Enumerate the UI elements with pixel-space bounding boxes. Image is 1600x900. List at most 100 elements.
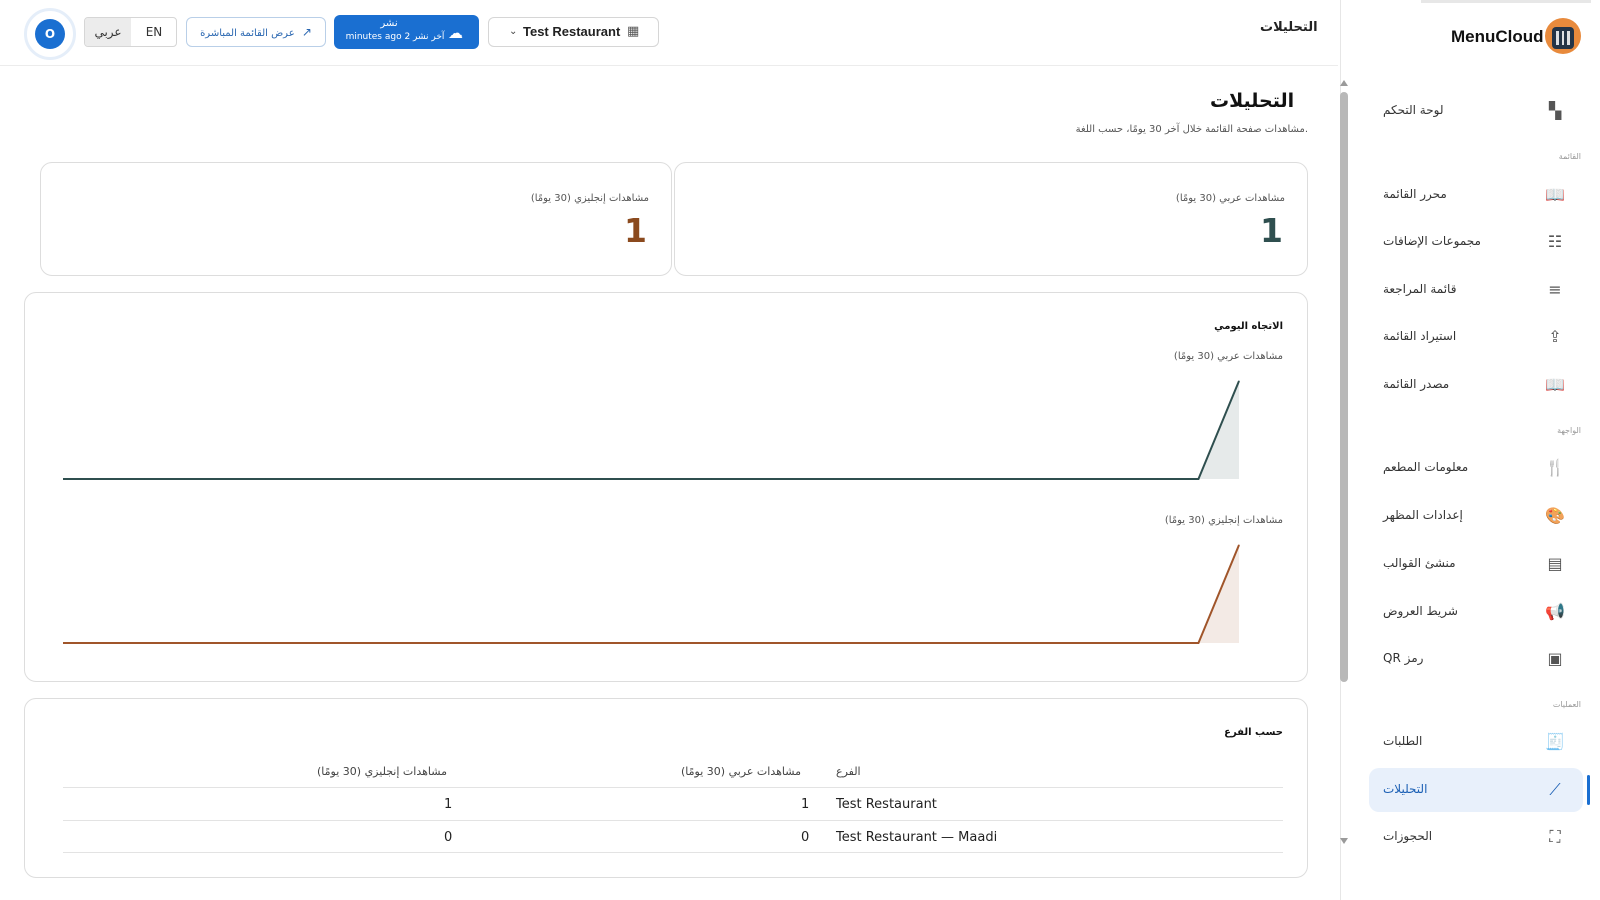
layout-icon: ▤ [1547, 554, 1563, 573]
sidebar-item-appearance[interactable]: إعدادات المظهر 🎨 [1369, 494, 1583, 538]
sidebar-item-label: الطلبات [1383, 734, 1423, 748]
sidebar-item-promo-bar[interactable]: شريط العروض 📢 [1369, 590, 1583, 634]
book-icon: 📖 [1545, 185, 1565, 204]
series-line [63, 544, 1240, 644]
data-point [914, 642, 916, 644]
data-point [1197, 478, 1199, 480]
language-toggle: عربي EN [84, 17, 177, 47]
sidebar-item-analytics[interactable]: التحليلات ⟋ [1369, 768, 1583, 812]
sidebar-item-checklist[interactable]: قائمة المراجعة ≡ [1369, 268, 1583, 312]
sidebar-item-qr-code[interactable]: رمز QR ▣ [1369, 637, 1583, 681]
sidebar-scrollbar[interactable] [1339, 80, 1351, 870]
reservation-icon: ⛶ [1549, 827, 1561, 846]
receipt-icon: 🧾 [1545, 732, 1565, 751]
sidebar-item-dashboard[interactable]: لوحة التحكم ▚ [1369, 89, 1583, 133]
scroll-up-arrow-icon[interactable] [1340, 80, 1348, 86]
book-icon: 📖 [1545, 375, 1565, 394]
view-live-menu-button[interactable]: عرض القائمة المباشرة ↗ [186, 17, 326, 47]
page-title: التحليلات [1210, 90, 1295, 112]
data-point [792, 642, 794, 644]
data-point [468, 642, 470, 644]
sidebar-item-label: رمز QR [1383, 651, 1424, 665]
avatar-initial: O [35, 19, 65, 49]
table-row: Test Restaurant — Maadi 0 0 [63, 820, 1283, 853]
publish-label: نشر [380, 18, 398, 29]
external-link-icon: ↗ [301, 25, 312, 39]
data-point [630, 642, 632, 644]
data-point [103, 478, 105, 480]
table-header-arabic-views: مشاهدات عربي (30 يومًا) [681, 765, 801, 778]
dashboard-icon: ▚ [1548, 101, 1562, 120]
sliders-icon: ☷ [1547, 232, 1563, 251]
logo[interactable]: MenuCloud [1341, 0, 1600, 78]
data-point [1076, 478, 1078, 480]
kpi-card-english: مشاهدات إنجليزي (30 يومًا) 1 [40, 162, 672, 276]
sidebar-section-menu: القائمة [1558, 152, 1581, 161]
kpi-value: 1 [1260, 211, 1283, 250]
megaphone-icon: 📢 [1545, 602, 1565, 621]
data-point [954, 478, 956, 480]
view-live-menu-label: عرض القائمة المباشرة [200, 28, 295, 39]
brand-name: MenuCloud [1451, 27, 1544, 46]
data-point [265, 642, 267, 644]
scroll-thumb[interactable] [1340, 92, 1348, 682]
branch-table-card: حسب الفرع الفرع مشاهدات عربي (30 يومًا) … [24, 698, 1308, 878]
data-point [508, 478, 510, 480]
branch-table-title: حسب الفرع [1224, 727, 1283, 738]
data-point [1035, 478, 1037, 480]
restaurant-select[interactable]: ⌄ Test Restaurant ▦ [488, 17, 659, 47]
kpi-card-arabic: مشاهدات عربي (30 يومًا) 1 [674, 162, 1308, 276]
data-point [832, 642, 834, 644]
table-cell-arabic-views: 0 [801, 830, 810, 845]
sidebar-item-orders[interactable]: الطلبات 🧾 [1369, 720, 1583, 764]
publish-button[interactable]: نشر minutes ago 2 آخر نشر ☁ [334, 15, 479, 49]
daily-trend-card: الاتجاه اليومي مشاهدات عربي (30 يومًا) م… [24, 292, 1308, 682]
data-point [184, 642, 186, 644]
palette-icon: 🎨 [1545, 506, 1565, 525]
import-icon: ⇪ [1548, 327, 1562, 346]
data-point [184, 478, 186, 480]
chart-card-title: الاتجاه اليومي [1214, 321, 1283, 332]
table-cell-branch: Test Restaurant — Maadi [836, 830, 998, 845]
series-area [63, 545, 1239, 643]
data-point [995, 478, 997, 480]
data-point [832, 478, 834, 480]
data-point [1157, 642, 1159, 644]
sidebar-item-label: قائمة المراجعة [1383, 282, 1457, 296]
checklist-icon: ≡ [1548, 280, 1562, 299]
restaurant-name: Test Restaurant [523, 24, 621, 39]
sidebar-item-label: شريط العروض [1383, 604, 1458, 618]
data-point [873, 478, 875, 480]
user-avatar[interactable]: O [24, 8, 76, 60]
sidebar-item-reservations[interactable]: الحجوزات ⛶ [1369, 815, 1583, 859]
sidebar-item-label: معلومات المطعم [1383, 460, 1469, 474]
sidebar-item-label: منشئ القوالب [1383, 556, 1456, 570]
data-point [549, 478, 551, 480]
scroll-down-arrow-icon[interactable] [1340, 838, 1348, 844]
data-point [1116, 478, 1118, 480]
data-point [630, 478, 632, 480]
sidebar-item-label: إعدادات المظهر [1383, 508, 1463, 522]
table-header-english-views: مشاهدات إنجليزي (30 يومًا) [317, 765, 447, 778]
sidebar-item-import-menu[interactable]: استيراد القائمة ⇪ [1369, 315, 1583, 359]
data-point [1238, 544, 1240, 546]
sidebar-item-label: محرر القائمة [1383, 187, 1447, 201]
sidebar-item-modifier-groups[interactable]: مجموعات الإضافات ☷ [1369, 220, 1583, 264]
data-point [305, 478, 307, 480]
chart-series-title-arabic: مشاهدات عربي (30 يومًا) [1173, 351, 1283, 362]
kpi-label: مشاهدات إنجليزي (30 يومًا) [530, 193, 649, 204]
data-point [1157, 478, 1159, 480]
qr-icon: ▣ [1547, 649, 1563, 668]
sidebar-item-restaurant-info[interactable]: معلومات المطعم 🍴 [1369, 446, 1583, 490]
lang-english-button[interactable]: EN [131, 18, 176, 46]
sidebar-item-menu-editor[interactable]: محرر القائمة 📖 [1369, 173, 1583, 217]
logo-badge-icon [1545, 18, 1581, 54]
sidebar-item-template-builder[interactable]: منشئ القوالب ▤ [1369, 542, 1583, 586]
sidebar-item-label: مصدر القائمة [1383, 377, 1450, 391]
lang-arabic-button[interactable]: عربي [85, 18, 131, 46]
data-point [305, 642, 307, 644]
utensils-icon: 🍴 [1545, 458, 1565, 477]
data-point [224, 478, 226, 480]
sidebar-item-label: التحليلات [1383, 782, 1428, 796]
sidebar-item-menu-source[interactable]: مصدر القائمة 📖 [1369, 363, 1583, 407]
